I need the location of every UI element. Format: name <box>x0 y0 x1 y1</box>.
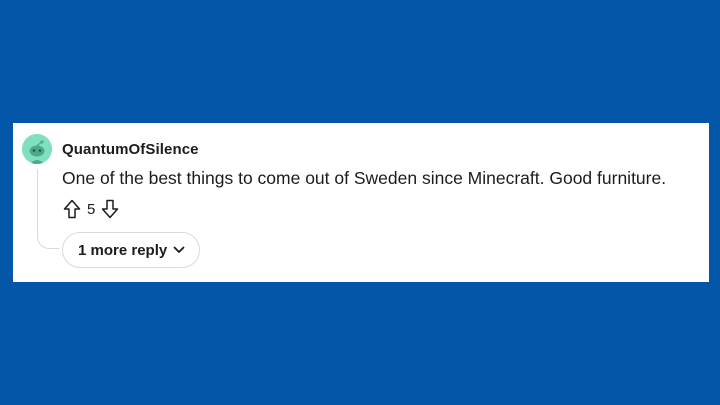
comment-author[interactable]: QuantumOfSilence <box>62 141 199 158</box>
thread-line <box>37 169 59 249</box>
more-replies-button[interactable]: 1 more reply <box>62 232 201 268</box>
upvote-arrow-icon[interactable] <box>62 198 82 220</box>
downvote-arrow-icon[interactable] <box>100 198 120 220</box>
comment-text: One of the best things to come out of Sw… <box>62 168 667 188</box>
chevron-down-icon <box>173 241 185 259</box>
more-replies-label: 1 more reply <box>78 241 168 259</box>
vote-score: 5 <box>87 200 96 218</box>
avatar-icon[interactable] <box>22 134 52 164</box>
vote-controls: 5 <box>62 197 120 221</box>
comment-card: QuantumOfSilence One of the best things … <box>13 123 709 282</box>
